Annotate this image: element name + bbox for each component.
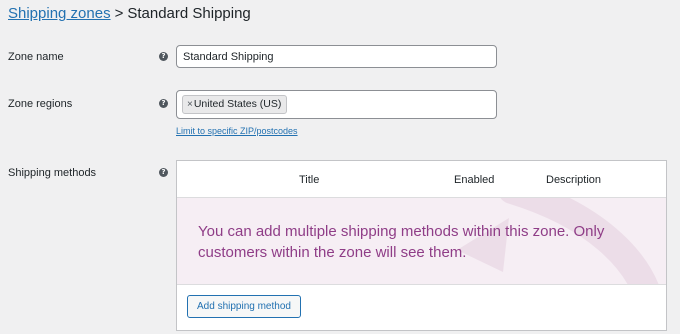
zone-name-label: Zone name	[8, 51, 64, 63]
limit-postcodes-link[interactable]: Limit to specific ZIP/postcodes	[176, 126, 298, 137]
shipping-methods-label: Shipping methods	[8, 167, 97, 179]
page-title: Standard Shipping	[127, 5, 251, 22]
shipping-methods-table: Title Enabled Description You can add mu…	[176, 160, 667, 331]
breadcrumb-shipping-zones-link[interactable]: Shipping zones	[8, 5, 111, 22]
column-header-description: Description	[546, 174, 602, 186]
zone-regions-select[interactable]: ×United States (US)	[176, 90, 497, 119]
zone-regions-label: Zone regions	[8, 98, 73, 110]
blank-state-message: You can add multiple shipping methods wi…	[198, 223, 605, 261]
column-header-title: Title	[299, 174, 320, 186]
zone-name-help-icon[interactable]: ?	[159, 52, 168, 61]
shipping-methods-help-icon[interactable]: ?	[159, 168, 168, 177]
blank-state: You can add multiple shipping methods wi…	[177, 198, 666, 285]
shipping-zone-page: Shipping zones > Standard Shipping Zone na…	[0, 0, 680, 334]
zone-regions-help-icon[interactable]: ?	[159, 99, 168, 108]
region-chip: ×United States (US)	[182, 95, 288, 114]
breadcrumb: Shipping zones > Standard Shipping	[8, 5, 251, 23]
column-header-enabled: Enabled	[454, 174, 495, 186]
table-header: Title Enabled Description	[177, 161, 666, 198]
add-shipping-method-button[interactable]: Add shipping method	[187, 295, 301, 318]
region-chip-label: United States (US)	[193, 98, 282, 110]
zone-name-input[interactable]	[176, 45, 497, 68]
breadcrumb-separator: >	[114, 5, 124, 22]
remove-region-icon[interactable]: ×	[187, 99, 193, 110]
